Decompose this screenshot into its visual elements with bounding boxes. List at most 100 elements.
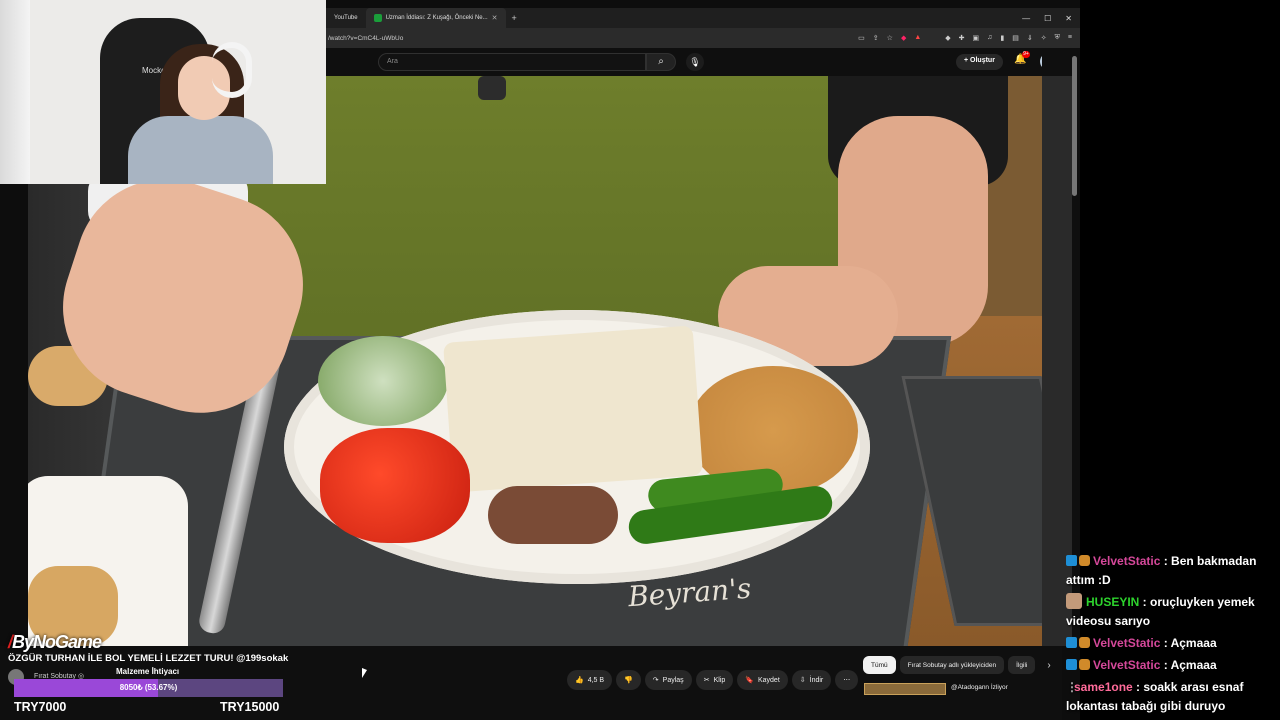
chat-text: Açmaaa [1170, 635, 1217, 650]
more-icon[interactable]: ⋮ [1066, 678, 1078, 697]
logo-text: ByNoGame [12, 632, 102, 652]
url-text[interactable]: /watch?v=CmC4L-uWbUo [328, 35, 403, 42]
close-tab-icon[interactable]: ✕ [492, 14, 498, 22]
gift-badge-icon [1079, 658, 1090, 670]
address-bar[interactable]: /watch?v=CmC4L-uWbUo ▭ ⇪ ☆ ◆ ▲ ◆ ✚ ▣ ♫ ▮… [326, 28, 1080, 48]
chat-username[interactable]: VelvetStatic [1093, 658, 1160, 672]
goal-min: TRY7000 [14, 700, 67, 714]
bookmark-icon: 🔖 [745, 677, 754, 684]
chat-text: Açmaaa [1170, 657, 1217, 672]
share-button[interactable]: ↷ Paylaş [644, 670, 692, 690]
scrollbar[interactable] [1072, 56, 1077, 196]
brave-shield-icon[interactable]: ◆ [901, 34, 906, 42]
recommended-channel[interactable]: @Atadogann İzliyor [951, 684, 1008, 691]
gift-badge-icon [1079, 636, 1090, 648]
download-icon[interactable]: ⇓ [1027, 34, 1033, 42]
tab-video[interactable]: Uzman İddiası: Z Kuşağı, Önceki Ne... ✕ [365, 8, 506, 28]
donation-progress-bar: 8050₺ (53.67%) [14, 679, 283, 697]
close-window-icon[interactable]: ✕ [1065, 14, 1072, 23]
favicon-icon [373, 14, 382, 22]
video-title: ÖZGÜR TURHAN İLE BOL YEMELİ LEZZET TURU!… [8, 653, 289, 664]
download-label: İndir [809, 676, 824, 684]
microphone-icon[interactable]: 🎙 [686, 53, 704, 71]
donation-goal-label: Malzeme İhtiyacı [116, 667, 180, 676]
chat-overlay: VelvetStatic : Ben bakmadan attım :D HUSE… [1062, 550, 1280, 717]
chat-separator: : [1132, 679, 1144, 694]
lapel-mic [478, 76, 506, 100]
donation-progress-text: 8050₺ (53.67%) [119, 683, 178, 692]
address-bar-icons: ▭ ⇪ ☆ ◆ ▲ ◆ ✚ ▣ ♫ ▮ ▤ ⇓ ✧ ⛨ ≡ [858, 34, 1080, 42]
share-label: Paylaş [662, 676, 684, 684]
more-icon: ⋯ [843, 677, 851, 684]
playlist-icon[interactable]: ♫ [987, 34, 992, 42]
chat-separator: : [1160, 553, 1172, 568]
chat-separator: : [1139, 594, 1151, 609]
thumbs-up-icon: 👍 [575, 677, 584, 684]
youtube-header: Ara ⌕ 🎙 + Oluştur 🔔 9+ [326, 48, 1080, 76]
stream-logo: /ByNoGame [8, 632, 102, 653]
minimize-icon[interactable]: — [1022, 14, 1030, 23]
kebab [488, 486, 618, 544]
create-button[interactable]: + Oluştur [956, 54, 1003, 70]
sidebar-icon[interactable]: ▮ [1000, 34, 1004, 42]
save-button[interactable]: 🔖 Kaydet [737, 670, 788, 690]
puzzle-icon[interactable]: ✚ [959, 34, 965, 42]
chip-all[interactable]: Tümü [863, 656, 896, 674]
screen: YouTube Uzman İddiası: Z Kuşağı, Önceki … [0, 0, 1280, 720]
star-icon[interactable]: ☆ [887, 34, 893, 42]
maximize-icon[interactable]: ☐ [1044, 14, 1051, 23]
dislike-button[interactable]: 👎 [616, 670, 641, 690]
clip-label: Klip [713, 676, 726, 684]
grilled-tomato [320, 428, 470, 543]
download-arrow-icon: ⇩ [799, 677, 806, 684]
chat-separator: : [1160, 635, 1171, 650]
recommendation-chips: Tümü Fırat Sobutay adlı yükleyiciden İlg… [863, 656, 1051, 674]
extension-icon[interactable]: ◆ [945, 34, 950, 42]
rewards-icon[interactable]: ▲ [914, 34, 921, 42]
mouse-cursor [362, 668, 367, 678]
search-input[interactable]: Ara [378, 53, 646, 71]
window-controls: — ☐ ✕ [1022, 14, 1080, 23]
search-icon[interactable]: ⌕ [646, 53, 676, 71]
onion-salad [318, 336, 448, 426]
chat-message: VelvetStatic : Açmaaa [1062, 632, 1280, 654]
chat-message: HUSEYIN : oruçluyken yemek videosu sarıy… [1062, 591, 1280, 632]
chat-message: ⋮same1one : soakk arası esnaf lokantası … [1062, 676, 1280, 717]
webcam-overlay: Mockermon [0, 0, 326, 184]
chat-username[interactable]: HUSEYIN [1086, 595, 1139, 609]
chat-username[interactable]: same1one [1074, 680, 1133, 694]
share-icon[interactable]: ⇪ [873, 34, 879, 42]
lavash-bread [443, 325, 703, 493]
more-button[interactable]: ⋯ [835, 670, 859, 690]
goal-max: TRY15000 [220, 700, 280, 714]
wallet-icon[interactable]: ▤ [1012, 34, 1019, 42]
notification-badge: 9+ [1022, 51, 1030, 58]
like-button[interactable]: 👍 4,5 B [567, 670, 613, 690]
menu-icon[interactable]: ≡ [1068, 34, 1072, 42]
headset [212, 42, 252, 98]
prime-badge-icon [1066, 636, 1077, 648]
leo-icon[interactable]: ✧ [1041, 34, 1047, 42]
scissors-icon: ✂ [703, 677, 710, 684]
chat-username[interactable]: VelvetStatic [1093, 636, 1160, 650]
screen-icon[interactable]: ▣ [973, 34, 980, 42]
new-tab-icon[interactable]: + [506, 13, 523, 23]
download-button[interactable]: ⇩ İndir [791, 670, 832, 690]
streamer-sweater [128, 116, 273, 184]
like-count: 4,5 B [587, 676, 605, 684]
chat-username[interactable]: VelvetStatic [1093, 554, 1160, 568]
chevron-right-icon[interactable]: › [1047, 660, 1050, 671]
create-label: Oluştur [970, 57, 995, 64]
clip-button[interactable]: ✂ Klip [695, 670, 734, 690]
tab-youtube[interactable]: YouTube [326, 8, 366, 28]
subscriber-badge-icon [1066, 592, 1082, 609]
vpn-icon[interactable]: ⛨ [1055, 34, 1060, 42]
install-icon[interactable]: ▭ [858, 34, 865, 42]
prime-badge-icon [1066, 658, 1077, 670]
save-label: Kaydet [757, 676, 780, 684]
chat-message: VelvetStatic : Ben bakmadan attım :D [1062, 550, 1280, 591]
chip-uploader[interactable]: Fırat Sobutay adlı yükleyiciden [899, 656, 1005, 674]
chip-related[interactable]: İlgili [1008, 656, 1036, 674]
curtain [0, 0, 30, 184]
recommended-thumbnail[interactable] [864, 683, 946, 695]
